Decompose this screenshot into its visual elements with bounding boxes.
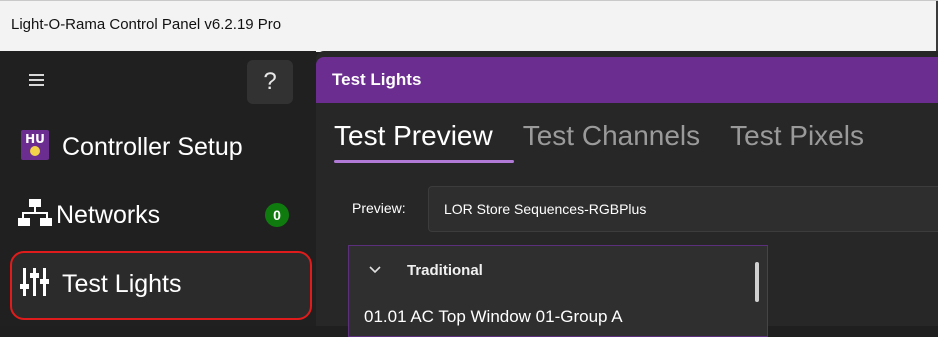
network-icon (18, 196, 52, 235)
list-group-header[interactable]: Traditional (407, 262, 483, 279)
sidebar-item-label: Test Lights (62, 269, 182, 298)
preview-select-value: LOR Store Sequences-RGBPlus (444, 201, 647, 217)
networks-count-badge: 0 (265, 203, 289, 227)
app-window: Light-O-Rama Control Panel v6.2.19 Pro ?… (0, 0, 938, 337)
help-button[interactable]: ? (247, 60, 293, 104)
tab-bar: Test Preview Test Channels Test Pixels (334, 120, 894, 164)
sidebar-item-networks[interactable]: Networks (18, 193, 160, 237)
sidebar-item-test-lights[interactable]: Test Lights (18, 262, 182, 306)
hu-icon: HU (18, 128, 52, 167)
sidebar-item-label: Controller Setup (62, 132, 243, 161)
tab-test-pixels[interactable]: Test Pixels (730, 120, 864, 152)
sliders-icon (18, 265, 52, 304)
preview-label: Preview: (352, 200, 406, 216)
window-title: Light-O-Rama Control Panel v6.2.19 Pro (11, 16, 282, 33)
sidebar-item-label: Networks (56, 200, 161, 229)
page-title: Test Lights (332, 70, 422, 89)
chevron-down-icon[interactable] (369, 262, 381, 274)
tab-test-channels[interactable]: Test Channels (523, 120, 700, 152)
hamburger-menu-icon[interactable] (29, 74, 44, 86)
tab-test-preview[interactable]: Test Preview (334, 120, 493, 152)
active-tab-indicator (334, 160, 514, 163)
page-header: Test Lights (316, 57, 938, 103)
sidebar-item-controller-setup[interactable]: HU Controller Setup (18, 125, 243, 169)
list-scrollbar[interactable] (755, 262, 759, 302)
list-item[interactable]: 01.01 AC Top Window 01-Group A (364, 307, 623, 327)
title-bar: Light-O-Rama Control Panel v6.2.19 Pro (0, 0, 938, 52)
svg-text:HU: HU (25, 132, 45, 146)
